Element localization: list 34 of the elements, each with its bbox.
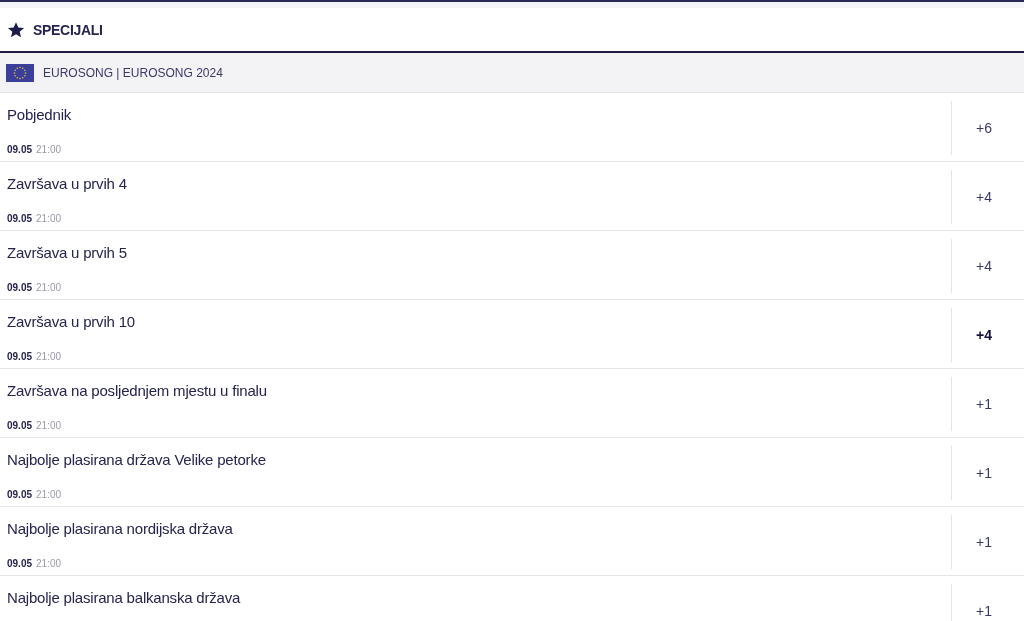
event-date: 09.05 (7, 558, 33, 569)
more-markets-button[interactable]: +4 (970, 185, 998, 209)
flag-icon (6, 63, 34, 82)
more-markets-button[interactable]: +1 (970, 530, 998, 554)
more-markets-button[interactable]: +1 (970, 392, 998, 416)
more-markets-button[interactable]: +4 (970, 254, 998, 278)
event-time: 21:00 (36, 420, 62, 431)
event-time: 21:00 (36, 558, 62, 569)
market-name: Pobjednik (7, 106, 73, 123)
star-icon (7, 20, 25, 39)
league-title: EUROSONG | EUROSONG 2024 (43, 65, 223, 80)
market-name: Najbolje plasirana nordijska država (7, 520, 234, 537)
market-name: Završava u prvih 4 (7, 175, 128, 192)
event-date: 09.05 (7, 213, 33, 224)
event-time: 21:00 (36, 489, 62, 500)
section-title: SPECIJALI (33, 21, 103, 38)
event-date: 09.05 (7, 282, 33, 293)
market-name: Najbolje plasirana balkanska država (7, 589, 242, 606)
more-markets-button[interactable]: +1 (970, 461, 998, 485)
event-date: 09.05 (7, 489, 33, 500)
market-name: Završava u prvih 5 (7, 244, 128, 261)
more-markets-button[interactable]: +4 (970, 323, 998, 347)
event-time: 21:00 (36, 282, 62, 293)
event-time: 21:00 (36, 213, 62, 224)
more-markets-button[interactable]: +6 (970, 116, 998, 140)
event-date: 09.05 (7, 144, 33, 155)
market-name: Završava na posljednjem mjestu u finalu (7, 382, 268, 399)
event-date: 09.05 (7, 420, 33, 431)
market-name: Završava u prvih 10 (7, 313, 136, 330)
market-name: Najbolje plasirana država Velike petorke (7, 451, 267, 468)
event-date: 09.05 (7, 351, 33, 362)
event-time: 21:00 (36, 144, 62, 155)
more-markets-button[interactable]: +1 (970, 599, 998, 621)
event-time: 21:00 (36, 351, 62, 362)
